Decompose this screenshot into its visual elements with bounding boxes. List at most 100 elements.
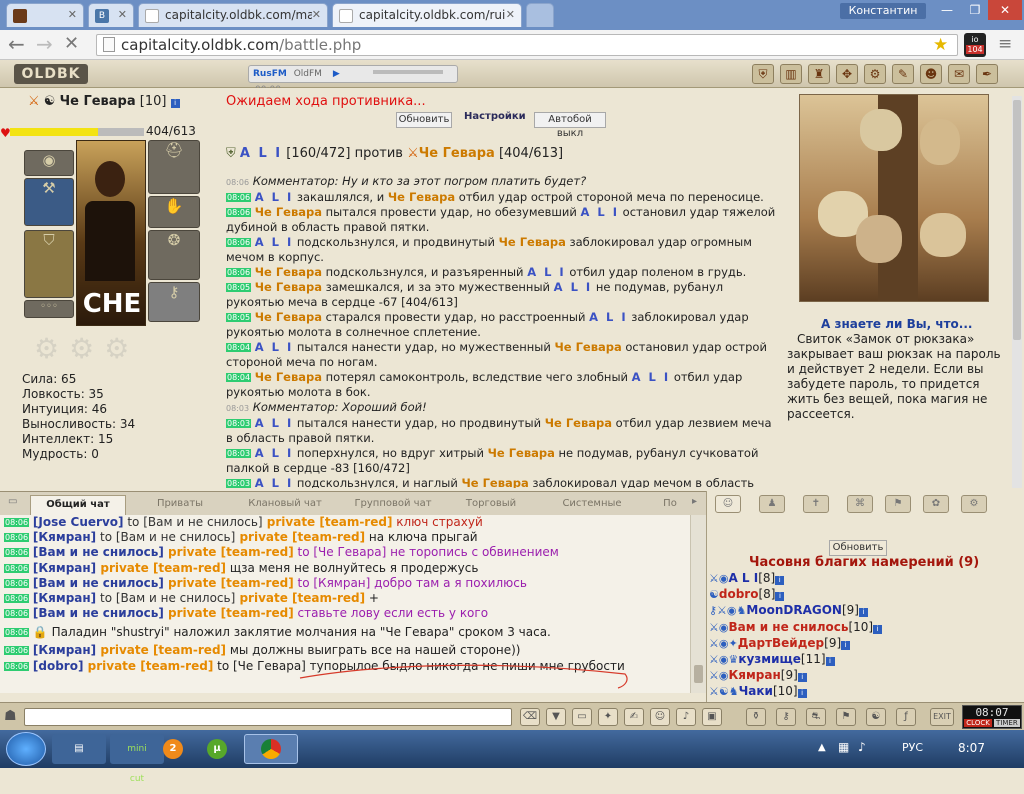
chat-timestamp[interactable]: 08:06	[4, 518, 30, 527]
record-icon[interactable]: ▣	[702, 708, 722, 726]
system-clock[interactable]: 8:07	[958, 741, 985, 755]
user-name[interactable]: A L I	[728, 571, 758, 585]
chat-timestamp[interactable]: 08:06	[4, 661, 30, 671]
online-user[interactable]: ☯dobro[8] i	[709, 587, 785, 602]
player-name[interactable]: Че Гевара	[419, 146, 495, 161]
menu-icon[interactable]: ≡	[998, 34, 1012, 54]
log-target[interactable]: A L I	[632, 370, 671, 384]
extension-badge[interactable]: io 104	[964, 33, 986, 57]
chat-private-tag[interactable]: private [team-red]	[164, 576, 294, 590]
tab-system[interactable]: Системные	[536, 495, 648, 515]
chat-input[interactable]	[24, 708, 512, 726]
log-target[interactable]: A L I	[589, 310, 628, 324]
chat-private-tag[interactable]: private [team-red]	[235, 530, 365, 544]
chat-recipient[interactable]: [Вам и не снилось]	[143, 515, 262, 529]
online-user[interactable]: ⚔☯♞Чаки[10] i	[709, 684, 807, 699]
log-actor[interactable]: A L I	[255, 340, 294, 354]
online-user[interactable]: ⚔◉♛кузмище[11] i	[709, 652, 835, 667]
quest-icon[interactable]: ✎	[892, 64, 914, 84]
flag-icon[interactable]: ⚑	[836, 708, 856, 726]
clan-tab-icon[interactable]: ✝	[803, 495, 829, 513]
chat-nick[interactable]: [Вам и не снилось]	[33, 545, 164, 559]
smiley-icon[interactable]: ☺	[650, 708, 670, 726]
chat-scrollbar[interactable]	[690, 515, 706, 693]
network-icon[interactable]: ▦	[838, 740, 849, 754]
chat-private-tag[interactable]: private [team-red]	[235, 591, 365, 605]
sound-icon[interactable]: ♪	[676, 708, 696, 726]
settings-tab-icon[interactable]: ⚙	[961, 495, 987, 513]
tab-group-chat[interactable]: Групповой чат	[340, 495, 446, 515]
rings-slot[interactable]: ◦◦◦	[24, 300, 74, 318]
info-icon[interactable]: i	[825, 657, 835, 666]
stop-icon[interactable]: ✕	[64, 34, 79, 54]
helmet-amulet-slot[interactable]: ◉	[24, 150, 74, 176]
info-icon[interactable]: i	[797, 673, 807, 683]
tab-trade[interactable]: Торговый	[448, 495, 534, 515]
maximize-button[interactable]: ❐	[960, 0, 990, 20]
log-target[interactable]: Че Гевара	[488, 446, 555, 460]
bag-icon[interactable]: ⛨	[752, 64, 774, 84]
play-icon[interactable]: ▶	[333, 69, 340, 79]
log-actor[interactable]: Че Гевара	[255, 280, 322, 294]
tab-ruin[interactable]: capitalcity.oldbk.com/ruin ✕	[332, 3, 522, 27]
chat-timestamp[interactable]: 08:06	[4, 563, 30, 573]
log-actor[interactable]: A L I	[255, 235, 294, 249]
smile-menu-icon[interactable]: ☗	[4, 708, 17, 724]
stats-icon[interactable]: ▥	[780, 64, 802, 84]
tab-vk[interactable]: B ✕	[88, 3, 134, 27]
tabs-scroll-icon[interactable]: ▸	[692, 496, 697, 507]
log-actor[interactable]: A L I	[255, 416, 294, 430]
fire-icon[interactable]: ƒ	[896, 708, 916, 726]
star-icon[interactable]: ★	[933, 35, 948, 55]
profile-name[interactable]: Константин	[840, 3, 926, 19]
timer-label[interactable]: TIMER	[994, 719, 1020, 727]
shield-slot[interactable]: ❂	[148, 230, 200, 280]
chat-recipient[interactable]: [Вам и не снилось]	[116, 591, 235, 605]
tab-private[interactable]: Приваты	[130, 495, 230, 515]
log-target[interactable]: A L I	[581, 205, 620, 219]
user-name[interactable]: Чаки	[739, 684, 773, 698]
friends-tab-icon[interactable]: ♟	[759, 495, 785, 513]
keys-icon[interactable]: ⚷	[776, 708, 796, 726]
url-input[interactable]: capitalcity.oldbk.com/battle.php ★	[96, 34, 958, 56]
opponent-name[interactable]: A L I	[240, 146, 282, 161]
chat-timestamp[interactable]: 08:06	[4, 548, 30, 558]
log-actor[interactable]: Че Гевара	[255, 265, 322, 279]
user-name[interactable]: Вам и не снилось	[728, 620, 848, 634]
scrollbar-thumb[interactable]	[1013, 100, 1021, 340]
clock-label[interactable]: CLOCK	[964, 719, 992, 727]
user-name[interactable]: ДартВейдер	[738, 636, 824, 650]
log-target[interactable]: Че Гевара	[388, 190, 455, 204]
chat-private-tag[interactable]: private [team-red]	[83, 659, 214, 673]
log-target[interactable]: A L I	[527, 265, 566, 279]
explorer-app-icon[interactable]: ▤	[52, 734, 106, 764]
page-scrollbar[interactable]	[1012, 96, 1022, 488]
settings-link[interactable]: Настройки	[464, 111, 526, 122]
info-icon[interactable]: i	[775, 592, 785, 602]
castle-icon[interactable]: ♜	[808, 64, 830, 84]
chat-nick[interactable]: [Кямран]	[33, 643, 96, 657]
info-icon[interactable]: i	[797, 689, 807, 699]
map-tab-icon[interactable]: ⌘	[847, 495, 873, 513]
paladin-icon[interactable]: ✦	[598, 708, 618, 726]
chat-private-tag[interactable]: private [team-red]	[164, 545, 294, 559]
chat-nick[interactable]: [Кямран]	[33, 561, 96, 575]
chat-nick[interactable]: [Вам и не снилось]	[33, 576, 164, 590]
online-user[interactable]: ⚔◉✦ДартВейдер[9] i	[709, 636, 851, 651]
filter-icon[interactable]: ▼	[546, 708, 566, 726]
chat-timestamp[interactable]: 08:06	[4, 628, 30, 638]
log-target[interactable]: A L I	[554, 280, 593, 294]
tray-chevron-icon[interactable]: ▲	[818, 742, 826, 753]
volume-icon[interactable]: ♪	[858, 740, 866, 754]
translate-icon[interactable]: ✍	[624, 708, 644, 726]
chat-nick[interactable]: [Вам и не снилось]	[33, 606, 164, 620]
autobattle-button[interactable]: Автобой выкл	[534, 112, 606, 139]
online-user[interactable]: ⚷⚔◉♞MoonDRAGON[9] i	[709, 603, 868, 618]
clan-icon[interactable]: ⚙	[864, 64, 886, 84]
yinyang-icon[interactable]: ☯	[866, 708, 886, 726]
user-name[interactable]: Кямран	[728, 668, 780, 682]
boots-slot[interactable]: ⚷	[148, 282, 200, 322]
info-icon[interactable]: i	[873, 624, 883, 634]
online-user[interactable]: ⚔◉A L I[8] i	[709, 571, 785, 586]
users-tab-icon[interactable]: ☺	[715, 495, 741, 513]
